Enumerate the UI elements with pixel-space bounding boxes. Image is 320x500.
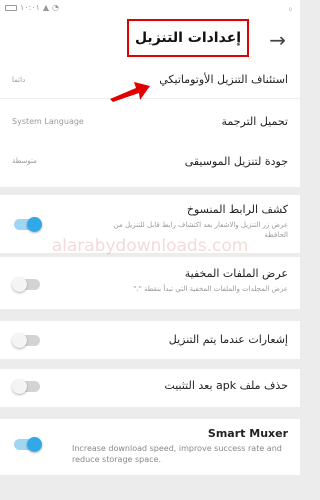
setting-download-notify[interactable]: إشعارات عندما يتم التنزيل: [0, 321, 300, 359]
setting-translation[interactable]: تحميل الترجمة System Language: [0, 99, 300, 143]
setting-copied-link[interactable]: كشف الرابط المنسوخ عرض زر التنزيل والاشع…: [0, 195, 300, 253]
setting-resume-value: دائما: [12, 76, 26, 84]
toggle-knob: [12, 277, 27, 292]
setting-muxer-desc: Increase download speed, improve success…: [72, 444, 282, 464]
page-title: إعدادات التنزيل: [134, 30, 242, 46]
setting-copied-link-label: كشف الرابط المنسوخ: [186, 203, 288, 216]
section-separator: [0, 359, 300, 369]
signal-icon: ▲: [42, 3, 50, 12]
setting-hidden-files-desc: عرض المجلدات والملفات المخفية التي تبدأ …: [133, 285, 288, 293]
toggle-knob: [27, 437, 42, 452]
notify-toggle[interactable]: [12, 333, 40, 348]
hidden-files-toggle[interactable]: [12, 277, 40, 292]
annotation-arrow-icon: [110, 82, 150, 102]
status-icons: ١٠:٠١ ▲ ◔: [5, 3, 59, 12]
copied-link-toggle[interactable]: [14, 217, 42, 232]
setting-copied-link-desc: عرض زر التنزيل والاشعار بعد اكتشاف رابط …: [113, 221, 288, 239]
toggle-knob: [12, 379, 27, 394]
muxer-toggle[interactable]: [14, 437, 42, 452]
status-time: ١٠:٠١: [20, 3, 40, 12]
setting-music-label: جودة لتنزيل الموسيقى: [184, 155, 288, 168]
setting-hidden-files-label: عرض الملفات المخفية: [184, 267, 288, 280]
network-indicator: ₀: [288, 4, 292, 13]
setting-smart-muxer[interactable]: Smart Muxer Increase download speed, imp…: [0, 419, 300, 475]
delete-apk-toggle[interactable]: [12, 379, 40, 394]
arrow-right-icon[interactable]: →: [269, 28, 286, 52]
setting-muxer-label: Smart Muxer: [207, 427, 288, 440]
setting-music-quality[interactable]: جودة لتنزيل الموسيقى متوسطة: [0, 143, 300, 187]
setting-music-value: متوسطة: [12, 157, 37, 165]
status-bar: ١٠:٠١ ▲ ◔ ₀: [0, 0, 300, 20]
setting-resume[interactable]: استئناف التنزيل الأوتوماتيكي دائما: [0, 62, 300, 98]
wifi-icon: ◔: [52, 3, 60, 12]
setting-delete-apk[interactable]: حذف ملف apk بعد التثبيت: [0, 369, 300, 407]
section-separator: [0, 309, 300, 321]
setting-hidden-files[interactable]: عرض الملفات المخفية عرض المجلدات والملفا…: [0, 257, 300, 309]
toggle-knob: [27, 217, 42, 232]
section-separator: [0, 187, 300, 195]
section-separator: [0, 407, 300, 419]
setting-notify-label: إشعارات عندما يتم التنزيل: [168, 333, 288, 346]
battery-icon: [5, 4, 17, 11]
app-header: إعدادات التنزيل →: [0, 19, 300, 62]
setting-translation-value: System Language: [12, 117, 84, 126]
title-highlight-box: إعدادات التنزيل: [127, 19, 249, 57]
setting-resume-label: استئناف التنزيل الأوتوماتيكي: [159, 73, 288, 86]
toggle-knob: [12, 333, 27, 348]
setting-translation-label: تحميل الترجمة: [221, 115, 288, 128]
setting-delete-apk-label: حذف ملف apk بعد التثبيت: [164, 379, 288, 392]
